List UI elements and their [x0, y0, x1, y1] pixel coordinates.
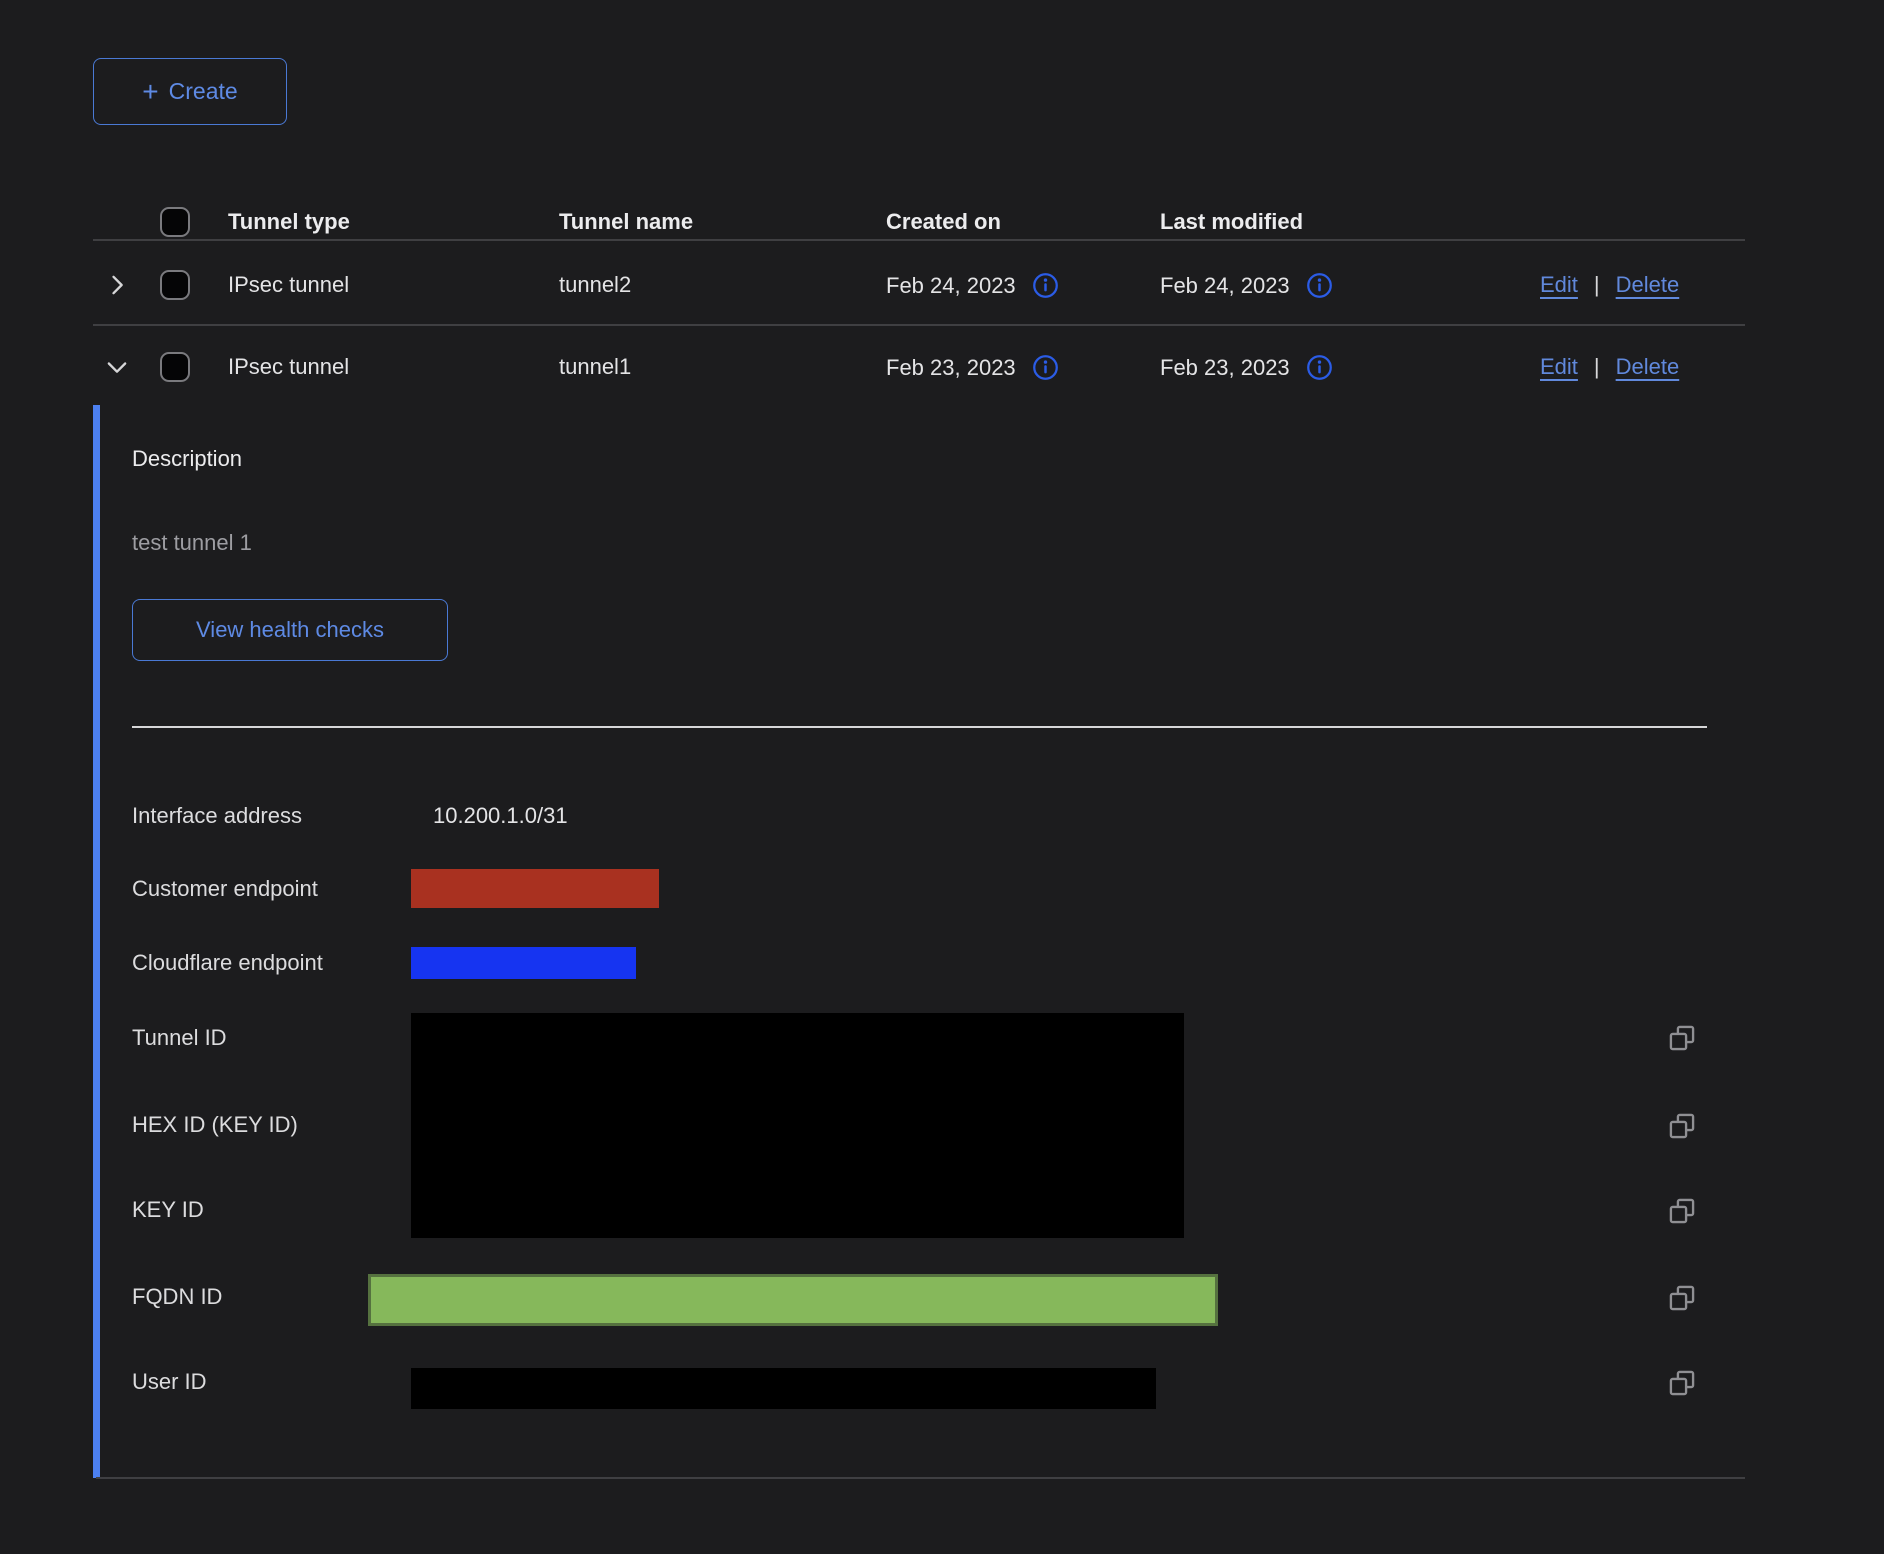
- actions-separator: |: [1594, 272, 1600, 298]
- copy-key-id-icon[interactable]: [1668, 1197, 1696, 1225]
- tunnel-id-label: Tunnel ID: [132, 1025, 227, 1051]
- user-id-redacted-value: [411, 1368, 1156, 1409]
- info-icon[interactable]: [1032, 272, 1059, 299]
- tunnel-type-cell: IPsec tunnel: [228, 272, 349, 298]
- info-icon[interactable]: [1032, 354, 1059, 381]
- panel-accent-border: [93, 405, 100, 1478]
- fqdn-id-redacted-value: [368, 1274, 1218, 1326]
- created-on-cell: Feb 24, 2023: [886, 273, 1016, 299]
- plus-icon: +: [142, 78, 158, 106]
- tunnel-name-cell: tunnel2: [559, 272, 631, 298]
- info-icon[interactable]: [1306, 272, 1333, 299]
- tunnel-type-cell: IPsec tunnel: [228, 354, 349, 380]
- copy-hex-id-icon[interactable]: [1668, 1112, 1696, 1140]
- column-header-tunnel-type: Tunnel type: [228, 209, 350, 235]
- panel-bottom-divider: [96, 1477, 1745, 1479]
- user-id-label: User ID: [132, 1369, 207, 1395]
- create-button-label: Create: [169, 78, 238, 105]
- row-divider: [93, 324, 1745, 326]
- ids-redacted-value: [411, 1013, 1184, 1238]
- created-on-cell: Feb 23, 2023: [886, 355, 1016, 381]
- description-label: Description: [132, 446, 242, 472]
- view-health-checks-label: View health checks: [196, 617, 384, 643]
- actions-separator: |: [1594, 354, 1600, 380]
- description-value: test tunnel 1: [132, 530, 252, 556]
- column-header-tunnel-name: Tunnel name: [559, 209, 693, 235]
- column-header-created-on: Created on: [886, 209, 1001, 235]
- copy-tunnel-id-icon[interactable]: [1668, 1024, 1696, 1052]
- tunnels-page: + Create Tunnel type Tunnel name Created…: [0, 0, 1884, 1554]
- customer-endpoint-label: Customer endpoint: [132, 876, 318, 902]
- interface-address-label: Interface address: [132, 803, 302, 829]
- hex-id-label: HEX ID (KEY ID): [132, 1112, 298, 1138]
- key-id-label: KEY ID: [132, 1197, 204, 1223]
- header-divider: [93, 239, 1745, 241]
- column-header-last-modified: Last modified: [1160, 209, 1303, 235]
- last-modified-cell: Feb 23, 2023: [1160, 355, 1290, 381]
- copy-user-id-icon[interactable]: [1668, 1369, 1696, 1397]
- row-checkbox[interactable]: [160, 270, 190, 300]
- edit-link[interactable]: Edit: [1540, 272, 1578, 298]
- row-checkbox[interactable]: [160, 352, 190, 382]
- delete-link[interactable]: Delete: [1616, 272, 1680, 298]
- last-modified-cell: Feb 24, 2023: [1160, 273, 1290, 299]
- edit-link[interactable]: Edit: [1540, 354, 1578, 380]
- copy-fqdn-id-icon[interactable]: [1668, 1284, 1696, 1312]
- tunnel-name-cell: tunnel1: [559, 354, 631, 380]
- cloudflare-endpoint-redacted-value: [411, 947, 636, 979]
- cloudflare-endpoint-label: Cloudflare endpoint: [132, 950, 323, 976]
- view-health-checks-button[interactable]: View health checks: [132, 599, 448, 661]
- select-all-checkbox[interactable]: [160, 207, 190, 237]
- customer-endpoint-redacted-value: [411, 869, 659, 908]
- expand-chevron-right-icon[interactable]: [103, 271, 131, 299]
- panel-divider: [132, 726, 1707, 728]
- collapse-chevron-down-icon[interactable]: [103, 353, 131, 381]
- delete-link[interactable]: Delete: [1616, 354, 1680, 380]
- interface-address-value: 10.200.1.0/31: [433, 803, 568, 829]
- create-button[interactable]: + Create: [93, 58, 287, 125]
- info-icon[interactable]: [1306, 354, 1333, 381]
- fqdn-id-label: FQDN ID: [132, 1284, 222, 1310]
